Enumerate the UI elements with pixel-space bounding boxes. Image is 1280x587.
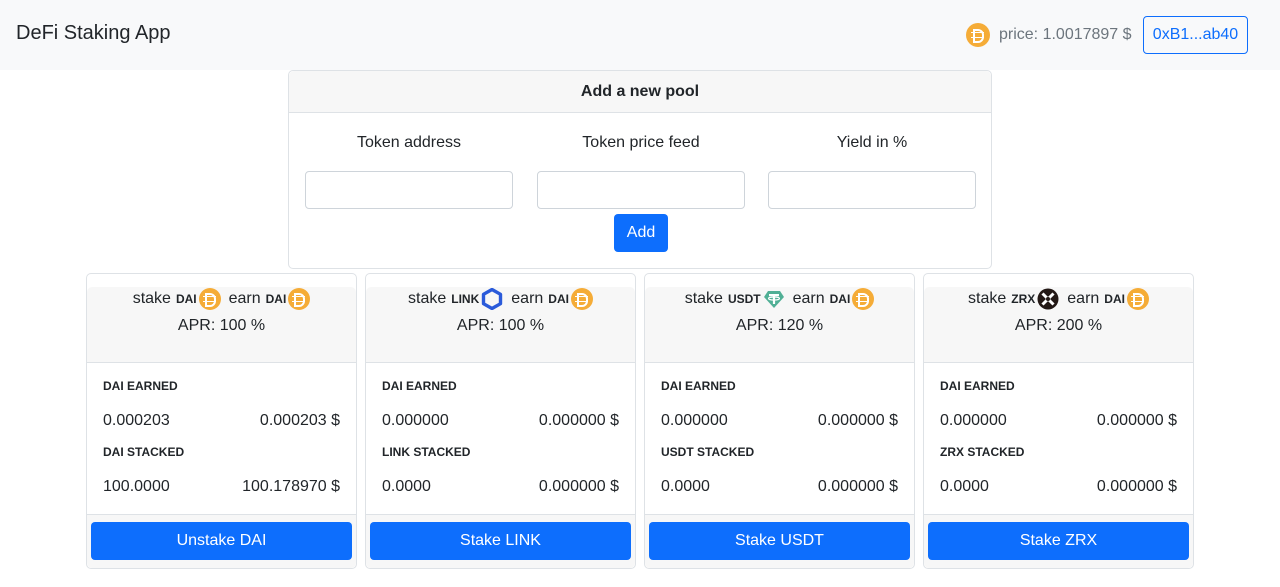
staked-amount: 0.0000 <box>940 478 989 495</box>
token-address-input[interactable] <box>305 171 513 209</box>
staked-label: USDT STACKED <box>661 445 755 459</box>
price-display: price: 1.0017897 $ <box>966 23 1132 47</box>
earned-label: DAI EARNED <box>103 379 178 393</box>
pool-card-header: stake DAI earn DAI APR: 100 % <box>87 287 356 363</box>
earned-amount: 0.000000 <box>661 412 728 429</box>
pool-card-header: stake LINK earn DAI APR: 100 % <box>366 287 635 363</box>
stake-link-button[interactable]: Stake LINK <box>370 522 631 560</box>
staked-usd: 0.000000 $ <box>1096 478 1177 495</box>
add-pool-title: Add a new pool <box>289 71 991 113</box>
dai-coin-icon <box>1126 288 1149 310</box>
earn-symbol: DAI <box>1104 292 1125 306</box>
token-price-feed-field: Token price feed <box>537 133 745 209</box>
staked-label: LINK STACKED <box>382 445 471 459</box>
add-pool-card: Add a new pool Token address Token price… <box>288 70 992 269</box>
earned-usd: 0.000203 $ <box>259 412 340 429</box>
apr-text: APR: 100 % <box>177 317 266 334</box>
earned-amount: 0.000203 <box>103 412 170 429</box>
yield-label: Yield in % <box>836 134 908 151</box>
staked-usd: 100.178970 $ <box>242 478 340 495</box>
staked-amount: 0.0000 <box>661 478 710 495</box>
earned-usd: 0.000000 $ <box>817 412 898 429</box>
earn-word: earn <box>1067 290 1100 307</box>
stake-symbol: DAI <box>175 292 197 306</box>
staked-usd: 0.000000 $ <box>538 478 619 495</box>
stake-symbol: LINK <box>451 292 480 306</box>
pool-card-footer: Stake USDT <box>645 514 914 568</box>
token-address-label: Token address <box>356 134 462 151</box>
earn-word: earn <box>228 290 261 307</box>
unstake-dai-button[interactable]: Unstake DAI <box>91 522 352 560</box>
zrx-icon <box>1037 288 1059 310</box>
staked-usd: 0.000000 $ <box>817 478 898 495</box>
token-price-feed-label: Token price feed <box>582 134 700 151</box>
earn-symbol: DAI <box>548 292 569 306</box>
pool-pair: stake USDT earn DAI <box>645 287 914 311</box>
pool-card-zrx: stake ZRX earn DAI APR: 200 % DAI EARNED… <box>923 273 1194 569</box>
staked-label: ZRX STACKED <box>940 445 1025 459</box>
add-pool-button[interactable]: Add <box>614 214 668 252</box>
pool-card-link: stake LINK earn DAI APR: 100 % DAI EARNE… <box>365 273 636 569</box>
pool-card-usdt: stake USDT earn DAI APR: 120 % DAI EARNE… <box>644 273 915 569</box>
dai-coin-icon <box>966 23 990 47</box>
stake-word: stake <box>132 290 171 307</box>
stake-zrx-button[interactable]: Stake ZRX <box>928 522 1189 560</box>
dai-coin-icon <box>852 288 875 310</box>
chainlink-hexagon-icon <box>482 288 503 310</box>
dai-coin-icon <box>198 288 221 310</box>
stake-usdt-button[interactable]: Stake USDT <box>649 522 910 560</box>
stake-word: stake <box>968 290 1007 307</box>
earn-symbol: DAI <box>265 292 287 306</box>
earned-label: DAI EARNED <box>940 379 1015 393</box>
pool-pair: stake DAI earn DAI <box>87 287 356 311</box>
navbar: DeFi Staking App price: 1.0017897 $ 0xB1… <box>0 0 1280 70</box>
tether-icon <box>763 291 784 308</box>
earned-amount: 0.000000 <box>382 412 449 429</box>
dai-coin-icon <box>288 288 311 310</box>
staked-amount: 0.0000 <box>382 478 431 495</box>
token-price-feed-input[interactable] <box>537 171 745 209</box>
staked-amount: 100.0000 <box>103 478 170 495</box>
apr-text: APR: 120 % <box>735 317 824 334</box>
earned-usd: 0.000000 $ <box>538 412 619 429</box>
price-text: price: 1.0017897 $ <box>999 26 1132 43</box>
apr-text: APR: 100 % <box>456 317 545 334</box>
yield-field: Yield in % <box>768 133 976 209</box>
stake-word: stake <box>684 290 723 307</box>
yield-input[interactable] <box>768 171 976 209</box>
wallet-address-button[interactable]: 0xB1...ab40 <box>1143 16 1248 54</box>
stake-symbol: USDT <box>727 292 761 306</box>
pool-card-header: stake USDT earn DAI APR: 120 % <box>645 287 914 363</box>
earned-usd: 0.000000 $ <box>1096 412 1177 429</box>
app-brand[interactable]: DeFi Staking App <box>16 22 171 45</box>
pool-pair: stake LINK earn DAI <box>366 287 635 311</box>
pool-card-footer: Stake ZRX <box>924 514 1193 568</box>
token-address-field: Token address <box>305 133 513 209</box>
earn-word: earn <box>792 290 825 307</box>
pool-card-header: stake ZRX earn DAI APR: 200 % <box>924 287 1193 363</box>
apr-text: APR: 200 % <box>1014 317 1103 334</box>
earn-word: earn <box>511 290 544 307</box>
staked-label: DAI STACKED <box>103 445 185 459</box>
earn-symbol: DAI <box>829 292 851 306</box>
stake-word: stake <box>408 290 447 307</box>
dai-coin-icon <box>570 288 593 310</box>
pool-pair: stake ZRX earn DAI <box>924 287 1193 311</box>
pool-card-footer: Unstake DAI <box>87 514 356 568</box>
earned-label: DAI EARNED <box>382 379 457 393</box>
earned-label: DAI EARNED <box>661 379 736 393</box>
pool-card-dai: stake DAI earn DAI APR: 100 % DAI EARNED… <box>86 273 357 569</box>
earned-amount: 0.000000 <box>940 412 1007 429</box>
pool-card-footer: Stake LINK <box>366 514 635 568</box>
stake-symbol: ZRX <box>1011 292 1036 306</box>
